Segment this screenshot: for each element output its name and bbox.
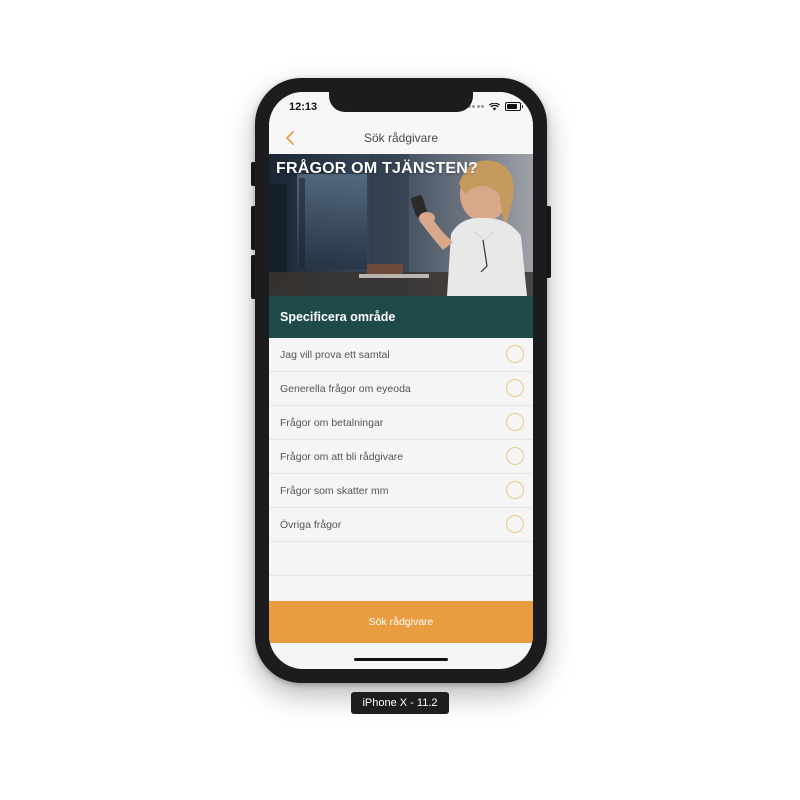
option-row[interactable]: Frågor om betalningar [269, 406, 533, 440]
option-row[interactable]: Generella frågor om eyeoda [269, 372, 533, 406]
option-label: Generella frågor om eyeoda [280, 383, 411, 395]
status-time: 12:13 [289, 101, 318, 113]
battery-icon [505, 102, 523, 111]
status-icons [467, 102, 523, 111]
search-advisor-button[interactable]: Sök rådgivare [269, 601, 533, 643]
option-label: Frågor om att bli rådgivare [280, 451, 404, 463]
option-row[interactable]: Frågor som skatter mm [269, 474, 533, 508]
radio-button[interactable] [506, 413, 524, 431]
signal-icon [467, 105, 484, 108]
option-label: Frågor om betalningar [280, 417, 384, 429]
hero-title: FRÅGOR OM TJÄNSTEN? [276, 160, 479, 177]
option-row[interactable]: Frågor om att bli rådgivare [269, 440, 533, 474]
radio-button[interactable] [506, 447, 524, 465]
device-notch [329, 92, 473, 112]
radio-button[interactable] [506, 481, 524, 499]
options-list: Jag vill prova ett samtal Generella fråg… [269, 338, 533, 576]
option-row[interactable]: Jag vill prova ett samtal [269, 338, 533, 372]
option-row[interactable]: Övriga frågor [269, 508, 533, 542]
option-label: Övriga frågor [280, 519, 342, 531]
option-label: Jag vill prova ett samtal [280, 349, 390, 361]
wifi-icon [489, 102, 500, 110]
search-advisor-button-label: Sök rådgivare [368, 616, 434, 628]
simulator-stage: 12:13 Sök rådgivare FRÅGOR OM TJÄNSTEN? … [0, 0, 800, 800]
radio-button[interactable] [506, 345, 524, 363]
nav-title: Sök rådgivare [363, 131, 439, 145]
radio-button[interactable] [506, 379, 524, 397]
section-title: Specificera område [280, 310, 396, 324]
phone-screen: 12:13 Sök rådgivare FRÅGOR OM TJÄNSTEN? … [269, 92, 533, 669]
list-spacer [269, 542, 533, 576]
option-label: Frågor som skatter mm [280, 485, 389, 497]
device-caption: iPhone X - 11.2 [351, 692, 449, 714]
hero-banner: FRÅGOR OM TJÄNSTEN? [269, 154, 533, 296]
home-indicator[interactable] [354, 658, 448, 661]
section-header: Specificera område [269, 296, 533, 338]
radio-button[interactable] [506, 515, 524, 533]
navigation-bar: Sök rådgivare [269, 122, 533, 154]
